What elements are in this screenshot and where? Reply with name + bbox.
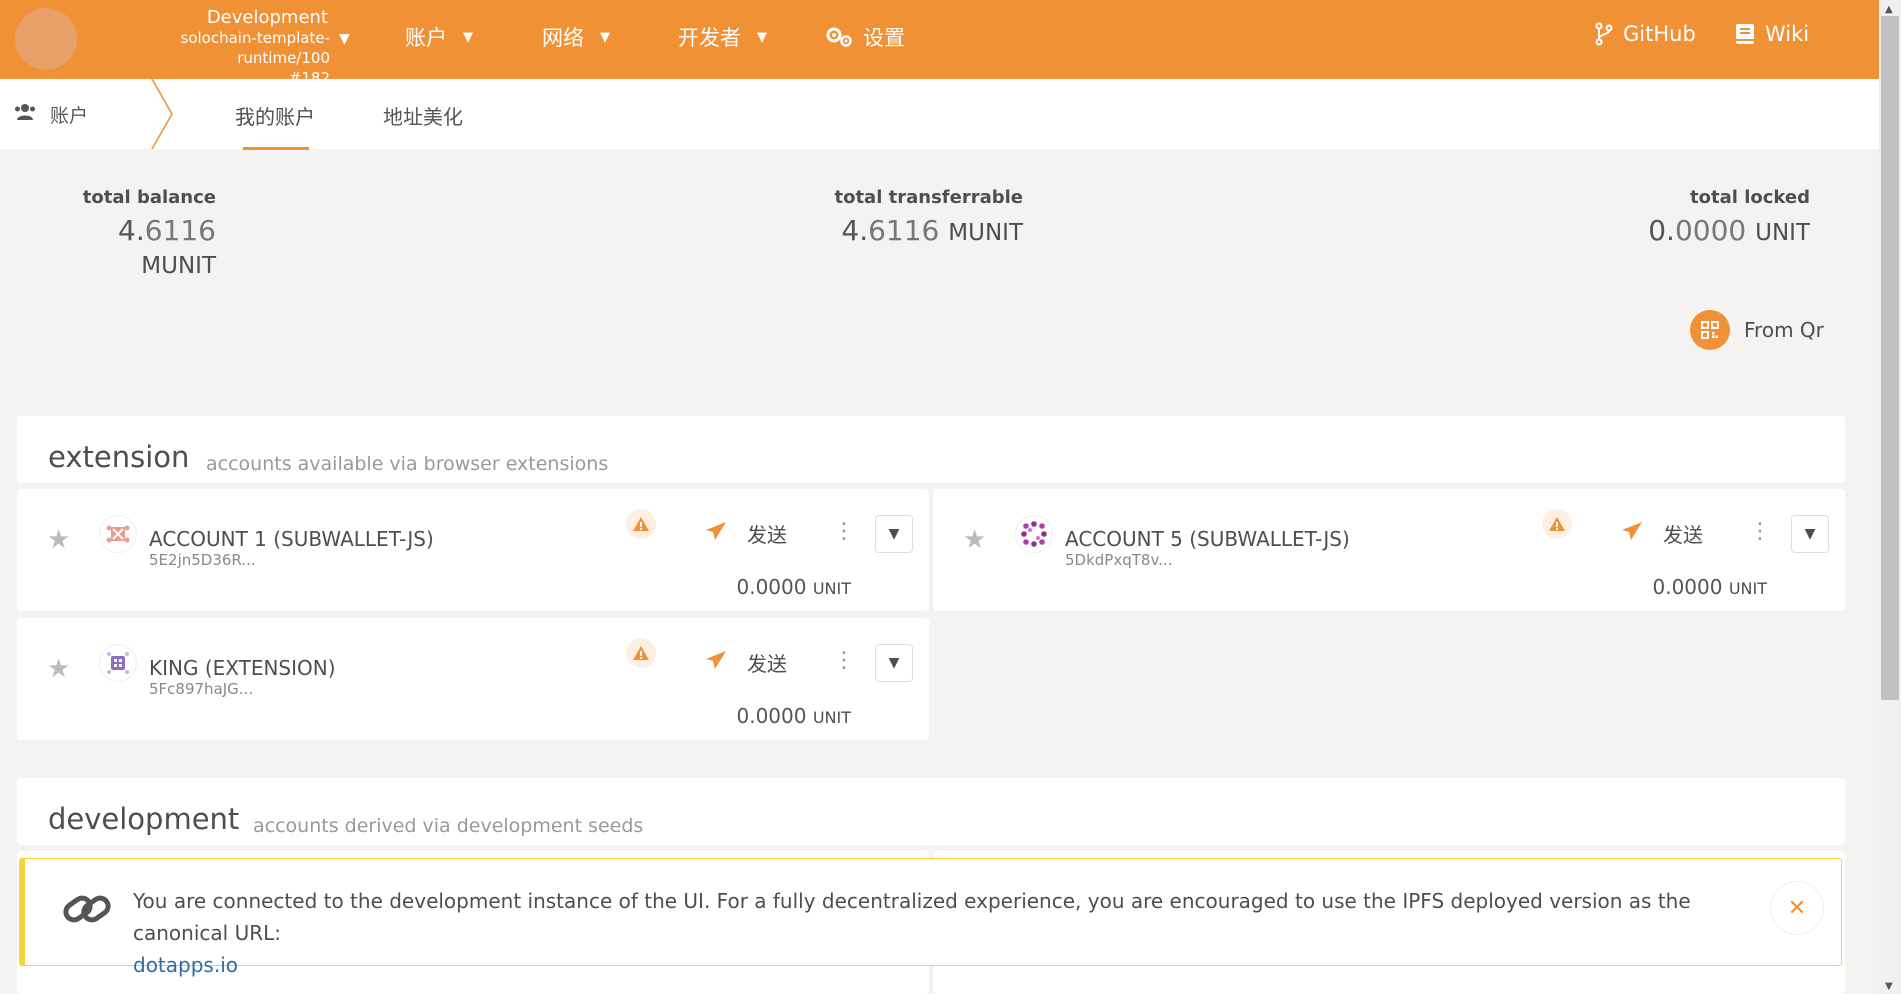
section-header-development: development accounts derived via develop…: [17, 778, 1845, 845]
paper-plane-icon: [705, 650, 727, 675]
account-name: KING (EXTENSION): [149, 656, 336, 680]
users-icon: [14, 103, 36, 126]
account-row: ★ ACCOUNT 5 (SUBWALLET-JS) 5DkdPxqT8v...…: [933, 489, 1845, 611]
book-icon: [1735, 23, 1755, 45]
send-label: 发送: [747, 523, 787, 547]
summary-total-transferrable: total transferrable 4.6116 MUNIT: [823, 187, 1023, 247]
caret-down-icon: ▼: [888, 655, 900, 671]
expand-button[interactable]: ▼: [875, 515, 913, 553]
development-notice: You are connected to the development ins…: [19, 858, 1842, 977]
nav-accounts[interactable]: 账户 ▼: [405, 22, 473, 52]
star-icon[interactable]: ★: [963, 525, 986, 555]
notice-text: You are connected to the development ins…: [133, 889, 1691, 945]
summary-total-locked: total locked 0.0000 UNIT: [1620, 187, 1810, 247]
section-title-extension: extension: [48, 440, 190, 474]
scroll-down-icon[interactable]: ▼: [1885, 981, 1893, 992]
send-button[interactable]: 发送: [705, 519, 787, 548]
account-name: ACCOUNT 5 (SUBWALLET-JS): [1065, 527, 1350, 551]
total-locked-value: 0.0000 UNIT: [1648, 214, 1810, 247]
from-qr-label: From Qr: [1744, 318, 1824, 342]
notice-link[interactable]: dotapps.io: [133, 949, 1693, 981]
ellipsis-vertical-icon[interactable]: ⋮: [1749, 519, 1771, 544]
send-button[interactable]: 发送: [705, 648, 787, 677]
expand-button[interactable]: ▼: [1791, 515, 1829, 553]
tab-my-accounts[interactable]: 我的账户: [235, 101, 315, 130]
account-identicon[interactable]: [99, 644, 137, 682]
account-balance: 0.0000 UNIT: [1652, 575, 1767, 599]
section-subtitle-extension: accounts available via browser extension…: [206, 453, 609, 475]
total-locked-label: total locked: [1690, 187, 1810, 208]
star-icon[interactable]: ★: [47, 654, 70, 684]
send-label: 发送: [1663, 523, 1703, 547]
ellipsis-vertical-icon[interactable]: ⋮: [833, 519, 855, 544]
nav-accounts-label: 账户: [405, 26, 447, 50]
total-balance-value: 4.6116 MUNIT: [118, 214, 216, 279]
nav-developer-label: 开发者: [678, 26, 741, 50]
account-identicon[interactable]: [1015, 515, 1053, 553]
chain-name: Development: [206, 7, 328, 28]
warning-icon: [626, 638, 656, 668]
account-name: ACCOUNT 1 (SUBWALLET-JS): [149, 527, 434, 551]
chain-runtime: solochain-template-runtime/100: [180, 29, 331, 67]
vertical-scrollbar[interactable]: ▲ ▼: [1879, 0, 1901, 994]
section-title: 账户: [14, 101, 88, 128]
link-icon: [61, 889, 113, 933]
chain-dropdown-icon[interactable]: ▼: [339, 31, 350, 47]
gears-icon: [825, 26, 853, 48]
code-branch-icon: [1595, 22, 1613, 46]
star-icon[interactable]: ★: [47, 525, 70, 555]
qrcode-icon: [1690, 310, 1730, 350]
notice-message: You are connected to the development ins…: [133, 885, 1693, 981]
expand-button[interactable]: ▼: [875, 644, 913, 682]
section-subtitle-development: accounts derived via development seeds: [253, 815, 644, 837]
account-address[interactable]: 5E2jn5D36R...: [149, 551, 256, 569]
send-label: 发送: [747, 652, 787, 676]
nav-wiki[interactable]: Wiki: [1735, 22, 1809, 46]
scrollbar-thumb[interactable]: [1881, 16, 1899, 700]
warning-icon: [1542, 509, 1572, 539]
nav-developer[interactable]: 开发者 ▼: [678, 22, 767, 52]
nav-network-label: 网络: [542, 26, 584, 50]
scroll-up-icon[interactable]: ▲: [1885, 4, 1893, 15]
nav-github[interactable]: GitHub: [1595, 22, 1696, 46]
caret-down-icon: ▼: [888, 526, 900, 542]
caret-down-icon: ▼: [757, 29, 767, 45]
top-navbar: Development solochain-template-runtime/1…: [0, 0, 1879, 87]
account-balance: 0.0000 UNIT: [736, 704, 851, 728]
nav-wiki-label: Wiki: [1765, 22, 1810, 46]
sub-navbar: 账户 我的账户 地址美化: [0, 79, 1879, 149]
section-title-development: development: [48, 802, 240, 836]
account-row: ★ ACCOUNT 1 (SUBWALLET-JS) 5E2jn5D36R...…: [17, 489, 929, 611]
ellipsis-vertical-icon[interactable]: ⋮: [833, 648, 855, 673]
account-balance: 0.0000 UNIT: [736, 575, 851, 599]
account-address[interactable]: 5Fc897haJG...: [149, 680, 253, 698]
summary-total-balance: total balance 4.6116 MUNIT: [50, 187, 216, 280]
section-header-extension: extension accounts available via browser…: [17, 416, 1845, 483]
account-address[interactable]: 5DkdPxqT8v...: [1065, 551, 1172, 569]
nav-github-label: GitHub: [1623, 22, 1696, 46]
caret-down-icon: ▼: [1804, 526, 1816, 542]
total-transferrable-value: 4.6116 MUNIT: [841, 214, 1023, 247]
chain-logo[interactable]: [15, 8, 77, 70]
paper-plane-icon: [705, 521, 727, 546]
active-tab-indicator: [243, 147, 309, 150]
nav-settings-label: 设置: [863, 26, 905, 50]
breadcrumb-divider: [151, 79, 173, 149]
account-identicon[interactable]: [99, 515, 137, 553]
paper-plane-icon: [1621, 521, 1643, 546]
caret-down-icon: ▼: [600, 29, 610, 45]
caret-down-icon: ▼: [463, 29, 473, 45]
account-row: ★ KING (EXTENSION) 5Fc897haJG... 发送 ⋮ ▼ …: [17, 618, 929, 740]
chain-selector[interactable]: Development solochain-template-runtime/1…: [92, 7, 331, 88]
close-icon[interactable]: ✕: [1770, 881, 1824, 935]
warning-icon: [626, 509, 656, 539]
total-transferrable-label: total transferrable: [834, 187, 1023, 208]
send-button[interactable]: 发送: [1621, 519, 1703, 548]
tab-vanity-address[interactable]: 地址美化: [383, 101, 463, 130]
section-label: 账户: [50, 105, 89, 127]
total-balance-label: total balance: [82, 187, 216, 208]
nav-settings[interactable]: 设置: [825, 22, 905, 52]
from-qr-button[interactable]: From Qr: [1690, 310, 1824, 350]
nav-network[interactable]: 网络 ▼: [542, 22, 610, 52]
